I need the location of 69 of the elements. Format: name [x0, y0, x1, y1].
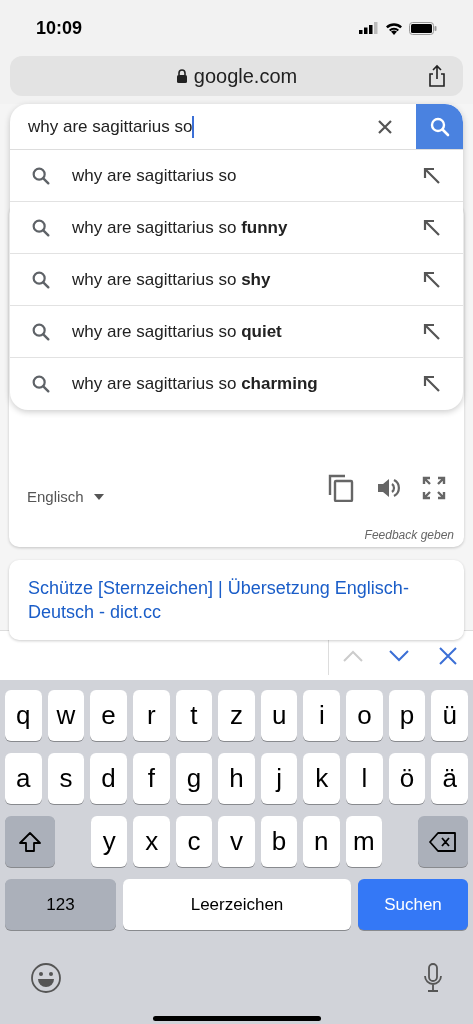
battery-icon: [409, 21, 437, 35]
backspace-icon: [429, 831, 457, 852]
arrow-icon[interactable]: [423, 218, 441, 237]
keyboard-key[interactable]: q: [5, 690, 42, 741]
keyboard-key[interactable]: z: [218, 690, 255, 741]
keyboard-key[interactable]: d: [90, 753, 127, 804]
keyboard-key[interactable]: i: [303, 690, 341, 741]
keyboard-key[interactable]: n: [303, 816, 340, 867]
space-key[interactable]: Leerzeichen: [123, 879, 351, 930]
keyboard-key[interactable]: s: [47, 753, 85, 804]
keyboard-key[interactable]: w: [47, 690, 85, 741]
shift-icon: [18, 830, 42, 853]
address-bar[interactable]: google.com: [10, 56, 463, 96]
close-icon[interactable]: [439, 646, 457, 665]
chevron-down-icon[interactable]: [389, 649, 409, 662]
feedback-link[interactable]: Feedback geben: [364, 526, 454, 544]
keyboard-key[interactable]: a: [5, 753, 42, 804]
shift-key[interactable]: [5, 816, 55, 867]
search-button[interactable]: [416, 104, 463, 149]
result-link[interactable]: Schütze [Sternzeichen] | Übersetzung Englisch-Deutsch - dict.cc: [28, 576, 445, 624]
suggestion-item[interactable]: why are sagittarius so quiet: [10, 306, 463, 358]
search-icon: [30, 373, 52, 395]
keyboard-key[interactable]: m: [345, 816, 382, 867]
keyboard-key[interactable]: ö: [388, 753, 426, 804]
keyboard-key[interactable]: c: [175, 816, 213, 867]
keyboard-key[interactable]: r: [132, 690, 170, 741]
keyboard-key[interactable]: ü: [431, 690, 469, 741]
keyboard-key[interactable]: x: [133, 816, 170, 867]
keyboard-key[interactable]: p: [388, 690, 426, 741]
keyboard-key[interactable]: f: [132, 753, 170, 804]
clear-icon[interactable]: [378, 119, 392, 134]
keyboard-key[interactable]: u: [260, 690, 298, 741]
keyboard-key[interactable]: h: [218, 753, 255, 804]
search-key[interactable]: Suchen: [358, 879, 468, 930]
search-field[interactable]: why are sagittarius so: [10, 104, 378, 149]
arrow-icon[interactable]: [423, 375, 441, 393]
emoji-icon[interactable]: [30, 962, 62, 994]
suggestion-item[interactable]: why are sagittarius so charming: [10, 358, 463, 410]
microphone-icon[interactable]: [423, 963, 443, 993]
keyboard-key[interactable]: b: [260, 816, 298, 867]
suggestion-item[interactable]: why are sagittarius so shy: [10, 254, 463, 306]
keyboard-key[interactable]: l: [346, 753, 383, 804]
share-icon[interactable]: [427, 64, 447, 88]
fullscreen-icon[interactable]: [422, 476, 446, 500]
signal-icon: [359, 22, 379, 34]
arrow-icon[interactable]: [423, 322, 441, 341]
keyboard-key[interactable]: k: [303, 753, 341, 804]
status-time: 10:09: [36, 16, 83, 40]
language-select[interactable]: Englisch: [27, 486, 84, 509]
backspace-key[interactable]: [418, 816, 468, 867]
keyboard-key[interactable]: y: [91, 816, 128, 867]
speaker-icon[interactable]: [376, 476, 400, 500]
suggestion-item[interactable]: why are sagittarius so funny: [10, 202, 463, 254]
numbers-key[interactable]: 123: [5, 879, 116, 930]
suggestion-item[interactable]: why are sagittarius so: [10, 150, 463, 202]
keyboard-key[interactable]: v: [218, 816, 255, 867]
dropdown-icon[interactable]: [93, 494, 104, 501]
lock-icon: [175, 69, 188, 83]
keyboard-key[interactable]: t: [175, 690, 213, 741]
url-text: google.com: [193, 64, 298, 89]
keyboard-key[interactable]: j: [260, 753, 298, 804]
keyboard-key[interactable]: o: [346, 690, 383, 741]
wifi-icon: [385, 21, 403, 35]
copy-icon[interactable]: [328, 474, 354, 502]
arrow-icon[interactable]: [423, 270, 441, 289]
keyboard-key[interactable]: e: [90, 690, 127, 741]
arrow-icon[interactable]: [423, 166, 441, 185]
keyboard-key[interactable]: ä: [431, 753, 469, 804]
keyboard-key[interactable]: g: [175, 753, 213, 804]
